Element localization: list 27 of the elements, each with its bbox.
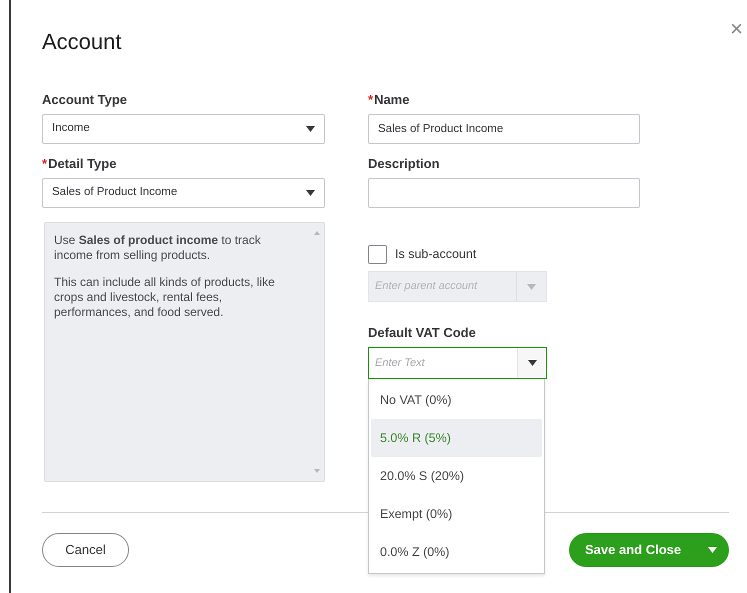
dialog-title: Account	[42, 28, 122, 56]
help-text: Use Sales of product income to track income from selling products.	[54, 233, 262, 263]
account-type-select[interactable]: Income	[42, 114, 325, 144]
field-label: Account Type	[42, 92, 128, 108]
field-label: *Detail Type	[42, 156, 118, 172]
description-field[interactable]	[368, 178, 640, 208]
scroll-up-icon[interactable]	[314, 231, 320, 235]
menu-option[interactable]: Exempt (0%)	[371, 495, 542, 533]
field-label: Default VAT Code	[368, 325, 477, 341]
detail-type-select[interactable]: Sales of Product Income	[42, 178, 325, 208]
menu-option[interactable]: 20.0% S (20%)	[371, 457, 542, 495]
caret-icon	[527, 284, 536, 290]
caret-icon	[306, 126, 315, 132]
field-label: Description	[368, 156, 441, 172]
scroll-down-icon[interactable]	[314, 469, 320, 473]
close-button[interactable]: ×	[726, 18, 747, 40]
name-field[interactable]: Sales of Product Income	[368, 114, 640, 144]
caret-icon	[306, 190, 315, 196]
caret-icon	[708, 547, 717, 553]
help-text: This can include all kinds of products, like crops and livestock, rental fees, performances, and food served.	[54, 275, 276, 320]
cancel-button[interactable]: Cancel	[42, 533, 129, 567]
menu-option[interactable]: 5.0% R (5%)	[371, 419, 542, 457]
menu-option[interactable]: 0.0% Z (0%)	[371, 533, 542, 571]
menu-option[interactable]: No VAT (0%)	[371, 381, 542, 419]
caret-icon	[528, 360, 536, 366]
field-label: *Name	[368, 92, 410, 108]
checkbox-label: Is sub-account	[395, 246, 476, 263]
